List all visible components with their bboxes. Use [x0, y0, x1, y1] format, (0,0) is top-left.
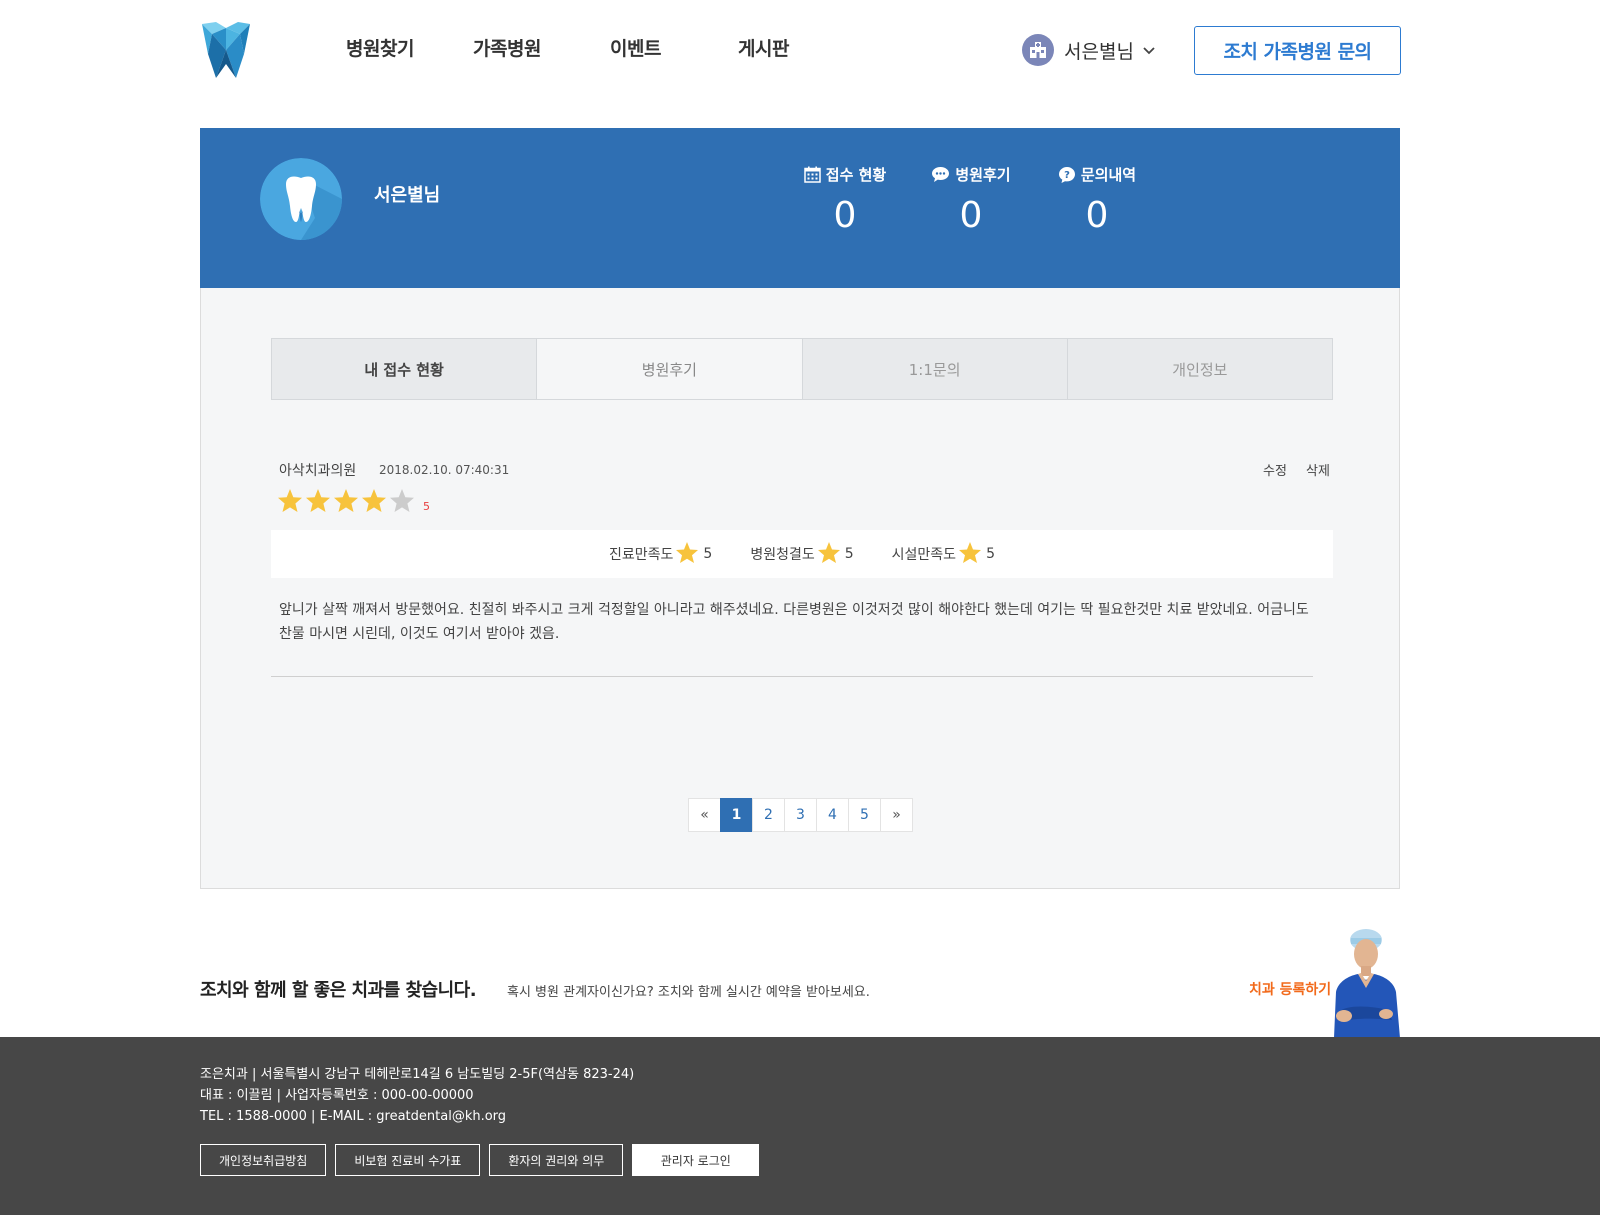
- review-hospital-name[interactable]: 아삭치과의원: [279, 460, 356, 480]
- subrating-treatment: 진료만족도 5: [609, 541, 712, 568]
- user-menu[interactable]: 서은별님: [1022, 33, 1156, 67]
- subrating-cleanliness-label: 병원청결도: [750, 547, 815, 563]
- star-icon: [673, 541, 703, 568]
- subrating-treatment-label: 진료만족도: [609, 547, 674, 563]
- star-filled-icon: [333, 488, 361, 517]
- review-text: 앞니가 살짝 깨져서 방문했어요. 친절히 봐주시고 크게 걱정할일 아니라고 …: [279, 602, 1309, 642]
- star-filled-icon: [277, 488, 305, 517]
- star-empty-icon: [389, 488, 417, 517]
- profile-name: 서은별님: [374, 185, 441, 206]
- stat-reviews-value: 0: [959, 195, 983, 236]
- hospital-avatar-icon: [1022, 34, 1054, 66]
- doctor-illustration: [1328, 926, 1402, 1038]
- register-clinic-link[interactable]: 치과 등록하기: [1249, 979, 1331, 999]
- tab-one-on-one-inquiry[interactable]: 1:1문의: [802, 339, 1068, 399]
- tab-hospital-reviews[interactable]: 병원후기: [537, 339, 803, 399]
- review-delete-button[interactable]: 삭제: [1306, 460, 1330, 479]
- tooth-avatar-icon: [260, 158, 342, 240]
- subrating-cleanliness: 병원청결도 5: [750, 541, 854, 568]
- family-hospital-inquiry-button[interactable]: 조치 가족병원 문의: [1194, 26, 1401, 75]
- nav-item-hospital-search[interactable]: 병원찾기: [346, 34, 414, 61]
- pagination: « 1 2 3 4 5 »: [688, 798, 913, 832]
- admin-login-button[interactable]: 관리자 로그인: [632, 1144, 760, 1176]
- nav-item-family-hospital[interactable]: 가족병원: [473, 34, 541, 61]
- stat-inquiries-label: 문의내역: [1080, 166, 1137, 184]
- mypage-tabs: 내 접수 현황 병원후기 1:1문의 개인정보: [271, 338, 1333, 400]
- svg-text:?: ?: [1064, 170, 1070, 181]
- review-star-rating: [277, 488, 417, 517]
- user-name: 서은별님: [1064, 40, 1134, 63]
- privacy-policy-button[interactable]: 개인정보취급방침: [200, 1144, 327, 1176]
- profile-banner: 서은별님 접수 현황 0 병원후기 0 ? 문의내역 0: [200, 128, 1400, 288]
- stat-reception-value: 0: [833, 195, 857, 236]
- patient-rights-button[interactable]: 환자의 권리와 의무: [489, 1144, 624, 1176]
- stat-reception-label: 접수 현황: [825, 166, 887, 184]
- mypage-panel: 내 접수 현황 병원후기 1:1문의 개인정보 아삭치과의원 2018.02.1…: [200, 288, 1400, 889]
- calendar-icon: [804, 166, 821, 183]
- speech-bubble-icon: [932, 167, 950, 182]
- footer-company-info: 조은치과 | 서울특별시 강남구 테헤란로14길 6 남도빌딩 2-5F(역삼동…: [200, 1064, 634, 1127]
- footer-buttons: 개인정보취급방침 비보험 진료비 수가표 환자의 권리와 의무 관리자 로그인: [200, 1144, 768, 1176]
- stat-inquiries-value: 0: [1085, 195, 1109, 236]
- pagination-page[interactable]: 4: [816, 798, 849, 832]
- subrating-facility-label: 시설만족도: [891, 547, 957, 563]
- star-icon: [815, 541, 845, 568]
- subrating-cleanliness-value: 5: [844, 546, 854, 562]
- pagination-page[interactable]: 1: [720, 798, 753, 832]
- stat-reviews-label: 병원후기: [955, 166, 1011, 184]
- stat-reviews[interactable]: 병원후기 0: [911, 164, 1031, 236]
- site-footer: 조은치과 | 서울특별시 강남구 테헤란로14길 6 남도빌딩 2-5F(역삼동…: [0, 1037, 1600, 1215]
- question-bubble-icon: ?: [1058, 166, 1075, 183]
- review-edit-button[interactable]: 수정: [1263, 460, 1287, 479]
- tab-personal-info[interactable]: 개인정보: [1067, 339, 1332, 399]
- star-icon: [956, 541, 986, 568]
- tooth-logo-icon[interactable]: [200, 20, 252, 80]
- nav-item-events[interactable]: 이벤트: [610, 34, 661, 61]
- footer-business-number: 대표 : 이끌림 | 사업자등록번호 : 000-00-00000: [200, 1088, 474, 1103]
- pagination-next[interactable]: »: [880, 798, 913, 832]
- stat-inquiries[interactable]: ? 문의내역 0: [1037, 164, 1157, 236]
- stat-reception[interactable]: 접수 현황 0: [785, 164, 905, 236]
- promo-subtitle: 혹시 병원 관계자이신가요? 조치와 함께 실시간 예약을 받아보세요.: [507, 985, 870, 1000]
- review-date: 2018.02.10. 07:40:31: [379, 463, 510, 477]
- chevron-down-icon: [1142, 41, 1156, 60]
- promo-title: 조치와 함께 할 좋은 치과를 찾습니다.: [200, 980, 477, 1001]
- pagination-prev[interactable]: «: [688, 798, 721, 832]
- subrating-facility-value: 5: [986, 546, 995, 562]
- site-header: 병원찾기 가족병원 이벤트 게시판 서은별님 조치 가족병원 문의: [0, 0, 1600, 100]
- tab-my-reception[interactable]: 내 접수 현황: [272, 339, 538, 399]
- footer-contact: TEL : 1588-0000 | E-MAIL : greatdental@k…: [200, 1109, 507, 1124]
- star-filled-icon: [361, 488, 389, 517]
- footer-address: 조은치과 | 서울특별시 강남구 테헤란로14길 6 남도빌딩 2-5F(역삼동…: [200, 1067, 635, 1082]
- review-divider: [271, 676, 1313, 677]
- pagination-page[interactable]: 2: [752, 798, 785, 832]
- nav-item-board[interactable]: 게시판: [738, 34, 789, 61]
- star-filled-icon: [305, 488, 333, 517]
- pagination-page[interactable]: 5: [848, 798, 881, 832]
- review-subratings: 진료만족도 5 병원청결도 5 시설만족도 5: [271, 530, 1333, 578]
- subrating-facility: 시설만족도 5: [892, 541, 995, 568]
- subrating-treatment-value: 5: [703, 546, 713, 562]
- review-score: 5: [423, 500, 430, 513]
- non-insured-fee-button[interactable]: 비보험 진료비 수가표: [335, 1144, 481, 1176]
- pagination-page[interactable]: 3: [784, 798, 817, 832]
